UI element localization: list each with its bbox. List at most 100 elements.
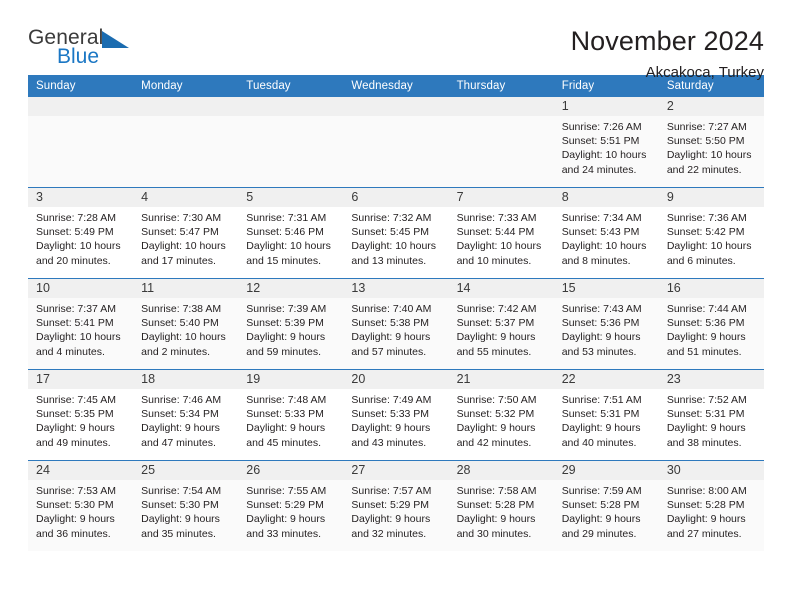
day-number: 10	[28, 279, 134, 298]
daylight-duration-line1: Daylight: 10 hours	[456, 240, 542, 253]
calendar-day[interactable]: 14 Sunrise: 7:42 AM Sunset: 5:37 PM Dayligh…	[448, 279, 554, 369]
calendar-cell: 20 Sunrise: 7:49 AM Sunset: 5:33 PM Dayligh…	[343, 369, 449, 461]
sunrise-time: Sunrise: 7:46 AM	[141, 394, 222, 406]
calendar-cell: 5 Sunrise: 7:31 AM Sunset: 5:46 PM Daylight…	[238, 187, 344, 279]
general-blue-logo[interactable]: General Blue	[28, 26, 148, 72]
day-details: Sunrise: 8:00 AM Sunset: 5:28 PM Daylight:…	[659, 480, 764, 541]
sunrise-time: Sunrise: 7:57 AM	[351, 485, 432, 497]
calendar-day[interactable]: 22 Sunrise: 7:51 AM Sunset: 5:31 PM Dayligh…	[553, 370, 659, 460]
calendar-cell	[133, 97, 239, 188]
calendar-week-row: 17 Sunrise: 7:45 AM Sunset: 5:35 PM Dayligh…	[28, 369, 764, 461]
day-number	[28, 97, 134, 116]
calendar-day[interactable]: 4 Sunrise: 7:30 AM Sunset: 5:47 PM Daylight…	[133, 188, 239, 278]
sunrise-time: Sunrise: 7:52 AM	[666, 394, 747, 406]
calendar-day[interactable]: 23 Sunrise: 7:52 AM Sunset: 5:31 PM Dayligh…	[658, 370, 764, 460]
daylight-duration-line1: Daylight: 9 hours	[36, 422, 115, 435]
calendar-day[interactable]: 16 Sunrise: 7:44 AM Sunset: 5:36 PM Dayligh…	[658, 279, 764, 369]
calendar-day[interactable]: 20 Sunrise: 7:49 AM Sunset: 5:33 PM Dayligh…	[343, 370, 449, 460]
calendar-body: 1 Sunrise: 7:26 AM Sunset: 5:51 PM Daylight…	[28, 97, 764, 551]
calendar-day[interactable]: 8 Sunrise: 7:34 AM Sunset: 5:43 PM Daylight…	[553, 188, 659, 278]
calendar-day[interactable]: 29 Sunrise: 7:59 AM Sunset: 5:28 PM Dayligh…	[553, 461, 659, 551]
daylight-duration-line1: Daylight: 9 hours	[561, 331, 641, 344]
calendar-day[interactable]: 28 Sunrise: 7:58 AM Sunset: 5:28 PM Dayligh…	[448, 461, 554, 551]
day-details: Sunrise: 7:50 AM Sunset: 5:32 PM Daylight:…	[449, 389, 554, 450]
daylight-duration-line2: and 10 minutes.	[456, 254, 532, 267]
day-number: 23	[658, 370, 764, 389]
sunset-time: Sunset: 5:41 PM	[36, 317, 114, 330]
day-details: Sunrise: 7:42 AM Sunset: 5:37 PM Daylight:…	[449, 298, 554, 359]
calendar-day[interactable]: 15 Sunrise: 7:43 AM Sunset: 5:36 PM Dayligh…	[553, 279, 659, 369]
sunset-time: Sunset: 5:30 PM	[36, 499, 114, 512]
calendar-week-row: 24 Sunrise: 7:53 AM Sunset: 5:30 PM Dayligh…	[28, 460, 764, 551]
day-details: Sunrise: 7:52 AM Sunset: 5:31 PM Daylight:…	[659, 389, 764, 450]
sunset-time: Sunset: 5:33 PM	[351, 408, 430, 421]
daylight-duration-line2: and 40 minutes.	[561, 436, 637, 449]
calendar-day[interactable]: 19 Sunrise: 7:48 AM Sunset: 5:33 PM Dayligh…	[238, 370, 344, 460]
calendar-day-empty	[343, 97, 449, 187]
calendar-day[interactable]: 26 Sunrise: 7:55 AM Sunset: 5:29 PM Dayligh…	[238, 461, 344, 551]
sunset-time: Sunset: 5:46 PM	[246, 226, 324, 239]
calendar-day[interactable]: 13 Sunrise: 7:40 AM Sunset: 5:38 PM Dayligh…	[343, 279, 449, 369]
daylight-duration-line1: Daylight: 10 hours	[141, 331, 226, 344]
sunset-time: Sunset: 5:31 PM	[561, 408, 640, 421]
day-number: 6	[343, 188, 449, 207]
calendar-day[interactable]: 11 Sunrise: 7:38 AM Sunset: 5:40 PM Dayligh…	[133, 279, 239, 369]
day-number: 28	[448, 461, 554, 480]
sunset-time: Sunset: 5:44 PM	[456, 226, 535, 239]
calendar-day[interactable]: 18 Sunrise: 7:46 AM Sunset: 5:34 PM Dayligh…	[133, 370, 239, 460]
calendar-day[interactable]: 27 Sunrise: 7:57 AM Sunset: 5:29 PM Dayligh…	[343, 461, 449, 551]
calendar-day[interactable]: 10 Sunrise: 7:37 AM Sunset: 5:41 PM Dayligh…	[28, 279, 134, 369]
calendar-cell: 11 Sunrise: 7:38 AM Sunset: 5:40 PM Dayligh…	[133, 278, 239, 370]
sunset-time: Sunset: 5:47 PM	[141, 226, 219, 239]
sunrise-time: Sunrise: 7:58 AM	[456, 485, 537, 497]
day-number: 4	[133, 188, 239, 207]
daylight-duration-line2: and 2 minutes.	[141, 345, 211, 358]
daylight-duration-line1: Daylight: 9 hours	[561, 513, 641, 526]
calendar-day[interactable]: 3 Sunrise: 7:28 AM Sunset: 5:49 PM Daylight…	[28, 188, 134, 278]
calendar-page: General Blue November 2024 Akcakoca, Tur…	[0, 0, 792, 612]
day-details: Sunrise: 7:27 AM Sunset: 5:50 PM Daylight:…	[659, 116, 764, 177]
day-number: 12	[238, 279, 344, 298]
calendar-day[interactable]: 5 Sunrise: 7:31 AM Sunset: 5:46 PM Daylight…	[238, 188, 344, 278]
daylight-duration-line2: and 38 minutes.	[666, 436, 742, 449]
calendar-day[interactable]: 21 Sunrise: 7:50 AM Sunset: 5:32 PM Dayligh…	[448, 370, 554, 460]
calendar-cell: 16 Sunrise: 7:44 AM Sunset: 5:36 PM Dayligh…	[658, 278, 764, 370]
daylight-duration-line1: Daylight: 9 hours	[246, 331, 326, 344]
daylight-duration-line1: Daylight: 9 hours	[456, 422, 536, 435]
daylight-duration-line1: Daylight: 10 hours	[666, 149, 752, 162]
sunset-time: Sunset: 5:34 PM	[141, 408, 219, 421]
calendar-day[interactable]: 6 Sunrise: 7:32 AM Sunset: 5:45 PM Daylight…	[343, 188, 449, 278]
calendar-cell: 3 Sunrise: 7:28 AM Sunset: 5:49 PM Daylight…	[28, 187, 134, 279]
daylight-duration-line2: and 15 minutes.	[246, 254, 321, 267]
sunrise-sunset-calendar: Sunday Monday Tuesday Wednesday Thursday…	[28, 75, 764, 551]
calendar-day[interactable]: 7 Sunrise: 7:33 AM Sunset: 5:44 PM Daylight…	[448, 188, 554, 278]
daylight-duration-line2: and 35 minutes.	[141, 527, 216, 540]
calendar-day[interactable]: 17 Sunrise: 7:45 AM Sunset: 5:35 PM Dayligh…	[28, 370, 134, 460]
daylight-duration-line1: Daylight: 9 hours	[666, 422, 746, 435]
daylight-duration-line2: and 43 minutes.	[351, 436, 427, 449]
day-details: Sunrise: 7:40 AM Sunset: 5:38 PM Daylight:…	[343, 298, 448, 359]
calendar-cell: 17 Sunrise: 7:45 AM Sunset: 5:35 PM Dayligh…	[28, 369, 134, 461]
calendar-day[interactable]: 12 Sunrise: 7:39 AM Sunset: 5:39 PM Dayligh…	[238, 279, 344, 369]
calendar-day[interactable]: 25 Sunrise: 7:54 AM Sunset: 5:30 PM Dayligh…	[133, 461, 239, 551]
calendar-day[interactable]: 9 Sunrise: 7:36 AM Sunset: 5:42 PM Daylight…	[658, 188, 764, 278]
day-details: Sunrise: 7:32 AM Sunset: 5:45 PM Daylight:…	[343, 207, 448, 268]
daylight-duration-line1: Daylight: 9 hours	[141, 513, 220, 526]
sunrise-time: Sunrise: 7:59 AM	[561, 485, 642, 497]
day-number: 21	[448, 370, 554, 389]
daylight-duration-line1: Daylight: 9 hours	[141, 422, 220, 435]
sunrise-time: Sunrise: 7:51 AM	[561, 394, 642, 406]
calendar-day[interactable]: 1 Sunrise: 7:26 AM Sunset: 5:51 PM Daylight…	[553, 97, 659, 187]
calendar-cell: 4 Sunrise: 7:30 AM Sunset: 5:47 PM Daylight…	[133, 187, 239, 279]
calendar-day[interactable]: 24 Sunrise: 7:53 AM Sunset: 5:30 PM Dayligh…	[28, 461, 134, 551]
calendar-cell: 13 Sunrise: 7:40 AM Sunset: 5:38 PM Dayligh…	[343, 278, 449, 370]
day-number: 15	[553, 279, 659, 298]
calendar-day[interactable]: 30 Sunrise: 8:00 AM Sunset: 5:28 PM Dayligh…	[658, 461, 764, 551]
daylight-duration-line1: Daylight: 10 hours	[141, 240, 226, 253]
daylight-duration-line2: and 59 minutes.	[246, 345, 321, 358]
sunrise-time: Sunrise: 7:54 AM	[141, 485, 222, 497]
day-number: 7	[448, 188, 554, 207]
daylight-duration-line2: and 57 minutes.	[351, 345, 427, 358]
calendar-day[interactable]: 2 Sunrise: 7:27 AM Sunset: 5:50 PM Daylight…	[658, 97, 764, 187]
sunset-time: Sunset: 5:38 PM	[351, 317, 430, 330]
